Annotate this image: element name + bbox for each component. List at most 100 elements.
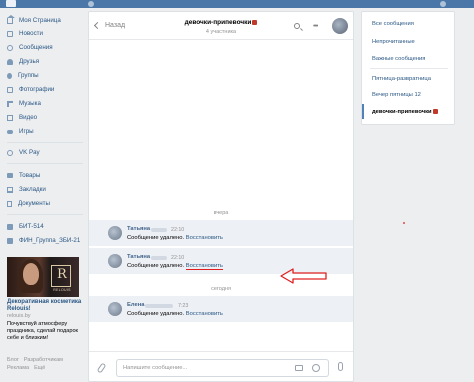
ad-title[interactable]: Декоративная косметика Relouis! <box>7 299 85 313</box>
avatar[interactable] <box>108 254 122 268</box>
photos-icon <box>7 86 13 93</box>
restore-link[interactable]: Восстановить <box>186 311 223 317</box>
sidebar-item-games[interactable]: Игры <box>7 126 85 137</box>
message-body: Сообщение удалено. Восстановить <box>127 311 223 317</box>
sidebar-item-label: Видео <box>19 114 38 121</box>
message-input[interactable]: Напишите сообщение... <box>116 359 329 377</box>
message-row[interactable]: Татьяна 22:10 Сообщение удалено. Восстан… <box>89 220 353 246</box>
date-separator-today: сегодня <box>211 286 231 292</box>
sidebar-item-friends[interactable]: Друзья <box>7 56 85 67</box>
restore-link[interactable]: Восстановить <box>186 235 223 241</box>
sidebar-item-video[interactable]: Видео <box>7 112 85 123</box>
panel-divider <box>370 68 448 69</box>
footer-link-more[interactable]: Ещё <box>34 365 45 371</box>
bookmarks-icon <box>7 186 13 193</box>
microphone-icon[interactable] <box>338 362 343 371</box>
date-separator-yesterday: вчера <box>213 210 229 216</box>
message-deleted-text: Сообщение удалено. <box>127 235 185 241</box>
avatar[interactable] <box>108 226 122 240</box>
ad-image[interactable]: R RELOUIS <box>7 257 79 297</box>
vkpay-icon <box>7 149 13 156</box>
footer-link-blog[interactable]: Блог <box>7 357 19 363</box>
message-author[interactable]: Елена <box>127 302 144 308</box>
filter-all-messages[interactable]: Все сообщения <box>362 16 454 31</box>
sidebar-item-news[interactable]: Новости <box>7 28 85 39</box>
paperclip-icon[interactable] <box>96 362 107 374</box>
conversation-item[interactable]: Вечер пятницы 12 <box>362 87 454 102</box>
sidebar-item-label: Моя Страница <box>19 17 61 24</box>
message-row[interactable]: Елена 7:23 Сообщение удалено. Восстанови… <box>89 296 353 322</box>
footer-link-ads[interactable]: Реклама <box>7 365 29 371</box>
documents-icon <box>7 200 12 207</box>
ad-brand-letter: R <box>57 267 67 282</box>
emoji-icon <box>252 19 258 25</box>
vk-logo-icon[interactable] <box>6 0 16 7</box>
sidebar-item-bit514[interactable]: БИТ-514 <box>7 221 85 232</box>
sidebar-item-goods[interactable]: Товары <box>7 170 85 181</box>
sidebar-item-my-page[interactable]: Моя Страница <box>7 14 85 26</box>
sidebar-item-label: Группы <box>18 72 39 79</box>
sidebar-item-label: Товары <box>19 172 41 179</box>
search-icon[interactable] <box>294 23 300 29</box>
message-time: 22:10 <box>171 255 185 261</box>
home-icon <box>7 14 15 24</box>
message-author[interactable]: Татьяна <box>127 254 150 260</box>
messages-icon <box>7 44 13 51</box>
hidden-name <box>151 228 167 232</box>
sidebar-item-photos[interactable]: Фотографии <box>7 84 85 95</box>
sidebar-item-fin-group[interactable]: ФИН_Группа_ЗБИ-21 <box>7 235 85 246</box>
ad-domain[interactable]: relouis.by <box>7 313 31 319</box>
sidebar-item-label: ФИН_Группа_ЗБИ-21 <box>19 237 81 244</box>
sidebar-item-bookmarks[interactable]: Закладки <box>7 184 85 195</box>
sidebar-divider <box>7 214 83 215</box>
camera-icon[interactable] <box>295 365 303 371</box>
top-bar <box>0 0 474 8</box>
sidebar-item-label: Игры <box>19 128 34 135</box>
message-author[interactable]: Татьяна <box>127 226 150 232</box>
ad-model-face <box>23 263 39 285</box>
filter-unread[interactable]: Непрочитанные <box>362 34 454 49</box>
sidebar-item-messages[interactable]: Сообщения <box>7 42 85 53</box>
message-input-placeholder: Напишите сообщение... <box>123 365 188 371</box>
emoji-picker-icon[interactable] <box>312 364 320 372</box>
message-body: Сообщение удалено. Восстановить <box>127 263 223 270</box>
ad-text: Почувствуй атмосферу праздника, сделай п… <box>7 321 78 341</box>
more-options-icon[interactable]: ••• <box>313 23 318 30</box>
sidebar-item-label: Закладки <box>19 186 46 193</box>
sidebar-item-documents[interactable]: Документы <box>7 198 85 209</box>
search-icon[interactable] <box>88 1 94 7</box>
goods-icon <box>7 173 13 178</box>
profile-avatar-icon[interactable] <box>440 1 446 7</box>
sidebar-item-vkpay[interactable]: VK Pay <box>7 147 85 158</box>
conversation-item-active[interactable]: девочки-припевочки <box>362 104 454 119</box>
hidden-name <box>145 304 173 308</box>
avatar[interactable] <box>108 302 122 316</box>
cursor-marker <box>403 222 405 224</box>
video-icon <box>7 114 13 121</box>
emoji-icon <box>432 109 438 114</box>
hidden-name <box>151 256 167 260</box>
chat-avatar[interactable] <box>332 18 348 34</box>
chat-panel: Назад девочки-припевочки 4 участника •••… <box>88 11 354 382</box>
community-icon <box>7 237 13 244</box>
sidebar-item-music[interactable]: Музыка <box>7 98 85 109</box>
conversations-filter-panel: Все сообщения Непрочитанные Важные сообщ… <box>361 11 455 125</box>
conversation-item-label: девочки-припевочки <box>372 108 432 115</box>
sidebar-item-label: Новости <box>19 30 43 37</box>
message-composer: Напишите сообщение... <box>89 351 353 382</box>
sidebar-item-label: Документы <box>18 200 50 207</box>
filter-important[interactable]: Важные сообщения <box>362 51 454 66</box>
sidebar-divider <box>7 163 83 164</box>
sidebar-item-label: Сообщения <box>19 44 53 51</box>
message-deleted-text: Сообщение удалено. <box>127 311 185 317</box>
footer-link-developers[interactable]: Разработчикам <box>24 357 63 363</box>
news-icon <box>7 30 13 37</box>
conversation-item[interactable]: Пятница-развратница <box>362 71 454 86</box>
message-body: Сообщение удалено. Восстановить <box>127 235 223 241</box>
sidebar-item-groups[interactable]: Группы <box>7 70 85 81</box>
restore-link[interactable]: Восстановить <box>185 263 223 270</box>
sidebar-item-label: Музыка <box>19 100 41 107</box>
chat-header: Назад девочки-припевочки 4 участника ••• <box>89 12 353 40</box>
left-sidebar: Моя Страница Новости Сообщения Друзья Гр… <box>0 8 86 382</box>
message-time: 22:10 <box>171 227 185 233</box>
